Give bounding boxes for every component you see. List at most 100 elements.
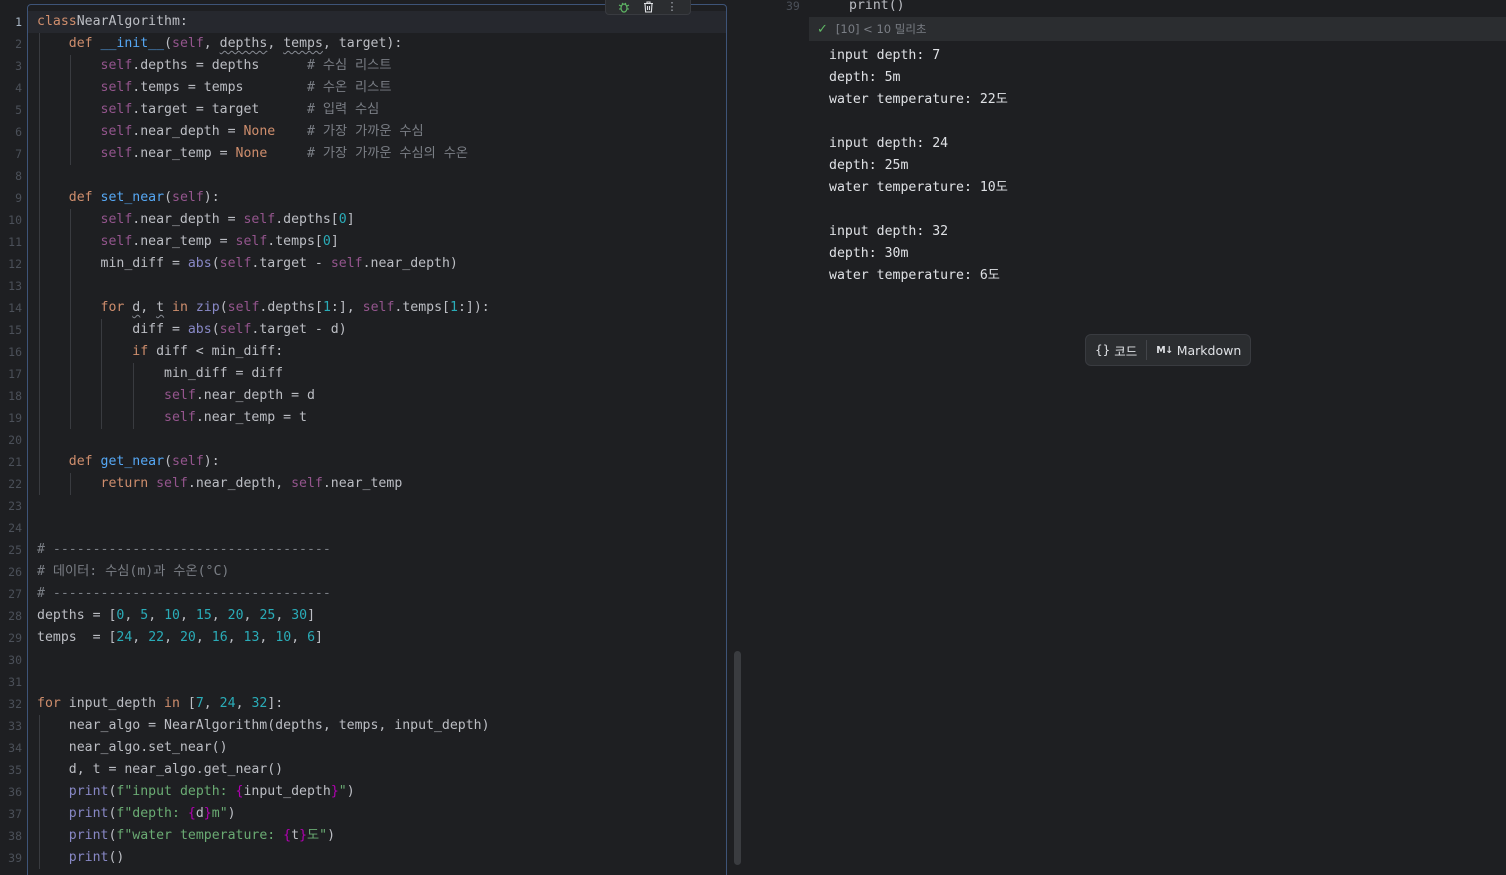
more-vertical-icon[interactable]: ⋮ [665,1,679,13]
line-number: 20 [8,433,22,447]
code-line[interactable]: print(f"depth: {d}m") [37,803,725,825]
add-markdown-cell-button[interactable]: M↓ Markdown [1147,335,1250,365]
code-token: ] [330,234,339,249]
line-number: 6 [15,125,22,139]
line-number: 9 [15,191,22,205]
code-line[interactable]: return self.near_depth, self.near_temp [37,473,725,495]
code-token: , [148,608,165,623]
code-line[interactable]: # ----------------------------------- [37,583,725,605]
code-line[interactable]: diff = abs(self.target - d) [37,319,725,341]
previous-line-number: 39 [786,0,800,13]
line-number: 29 [8,631,22,645]
code-token: { [283,828,292,843]
code-line[interactable]: self.near_depth = None # 가장 가까운 수심 [37,121,725,143]
code-line[interactable] [37,275,725,297]
code-token: , [132,630,149,645]
code-token: 30 [291,608,308,623]
code-line[interactable]: print(f"water temperature: {t}도") [37,825,725,847]
line-number: 11 [8,235,22,249]
code-token: ]: [267,696,284,711]
line-number-gutter: 1 2 3 4 5 6 7 8 9 10 11 12 13 14 15 16 17 18 19 20 21 22 23 24 2… [0,0,28,875]
code-line[interactable]: def get_near(self): [37,451,725,473]
code-line[interactable] [37,165,725,187]
code-line[interactable]: self.target = target # 입력 수심 [37,99,725,121]
line-number: 4 [15,81,22,95]
braces-icon: {} [1095,343,1111,357]
code-line[interactable]: # 데이터: 수심(m)과 수온(°C) [37,561,725,583]
line-number: 24 [8,521,22,535]
line-number: 25 [8,543,22,557]
code-line[interactable] [37,649,725,671]
line-number: 19 [8,411,22,425]
code-token: [ [187,696,196,711]
line-number: 32 [8,697,22,711]
code-line[interactable]: self.near_temp = self.temps[0] [37,231,725,253]
code-token: .temps[ [394,300,450,315]
code-line[interactable]: min_diff = abs(self.target - self.near_d… [37,253,725,275]
previous-code-line: print() [809,0,1506,17]
code-line[interactable]: min_diff = diff [37,363,725,385]
code-token: 24 [219,696,236,711]
code-token: set_near [100,190,165,205]
code-line[interactable] [37,671,725,693]
output-line: input depth: 24 [829,136,949,151]
code-token: input_depth [68,696,165,711]
code-line[interactable]: # ----------------------------------- [37,539,725,561]
code-token: t [291,828,300,843]
code-line[interactable]: near_algo = NearAlgorithm(depths, temps,… [37,715,725,737]
code-token: ( [211,256,220,271]
code-token: .depths[ [259,300,323,315]
code-token: .near_depth, [187,476,292,491]
code-line[interactable]: d, t = near_algo.get_near() [37,759,725,781]
code-token: .depths = depths [132,58,307,73]
line-number: 14 [8,301,22,315]
code-token: .near_depth) [362,256,458,271]
code-token: self [219,322,252,337]
code-line[interactable]: self.temps = temps # 수온 리스트 [37,77,725,99]
code-line[interactable] [37,517,725,539]
code-line[interactable]: print(f"input depth: {input_depth}") [37,781,725,803]
code-line[interactable]: def set_near(self): [37,187,725,209]
add-code-cell-button[interactable]: {} 코드 [1086,335,1146,365]
code-line[interactable]: self.depths = depths # 수심 리스트 [37,55,725,77]
code-line[interactable]: def __init__(self, depths, temps, target… [37,33,725,55]
code-token: , [164,630,180,645]
code-line[interactable]: self.near_temp = t [37,407,725,429]
code-line[interactable]: for d, t in zip(self.depths[1:], self.te… [37,297,725,319]
code-token: f"input depth: [116,784,236,799]
code-token: diff = [37,322,188,337]
code-token: # ----------------------------------- [37,542,331,557]
trash-icon[interactable] [641,1,655,13]
code-line[interactable]: for input_depth in [7, 24, 32]: [37,693,725,715]
code-line[interactable]: self.near_depth = self.depths[0] [37,209,725,231]
vertical-scrollbar[interactable] [734,651,741,865]
code-token: 7 [195,696,204,711]
line-number: 31 [8,675,22,689]
code-token: print [68,828,109,843]
code-token: # ----------------------------------- [37,586,331,601]
code-line[interactable]: if diff < min_diff: [37,341,725,363]
code-line[interactable]: print() [37,847,725,869]
code-line[interactable] [37,429,725,451]
line-number: 21 [8,455,22,469]
code-line[interactable]: self.near_temp = None # 가장 가까운 수심의 수온 [37,143,725,165]
code-line[interactable]: near_algo.set_near() [37,737,725,759]
code-token: 0 [322,234,331,249]
code-line[interactable]: self.near_depth = d [37,385,725,407]
code-token: ( [164,36,173,51]
line-number: 36 [8,785,22,799]
code-editor[interactable]: classNearAlgorithm: def __init__(self, d… [37,11,725,869]
code-line[interactable]: temps = [24, 22, 20, 16, 13, 10, 6] [37,627,725,649]
code-line[interactable]: depths = [0, 5, 10, 15, 20, 25, 30] [37,605,725,627]
code-line[interactable] [37,495,725,517]
editor-pane[interactable]: 1 2 3 4 5 6 7 8 9 10 11 12 13 14 15 16 17 18 19 20 21 22 23 24 2… [0,0,745,875]
code-token: temps = [ [37,630,117,645]
bug-icon[interactable] [617,1,631,13]
code-token: 22 [148,630,165,645]
